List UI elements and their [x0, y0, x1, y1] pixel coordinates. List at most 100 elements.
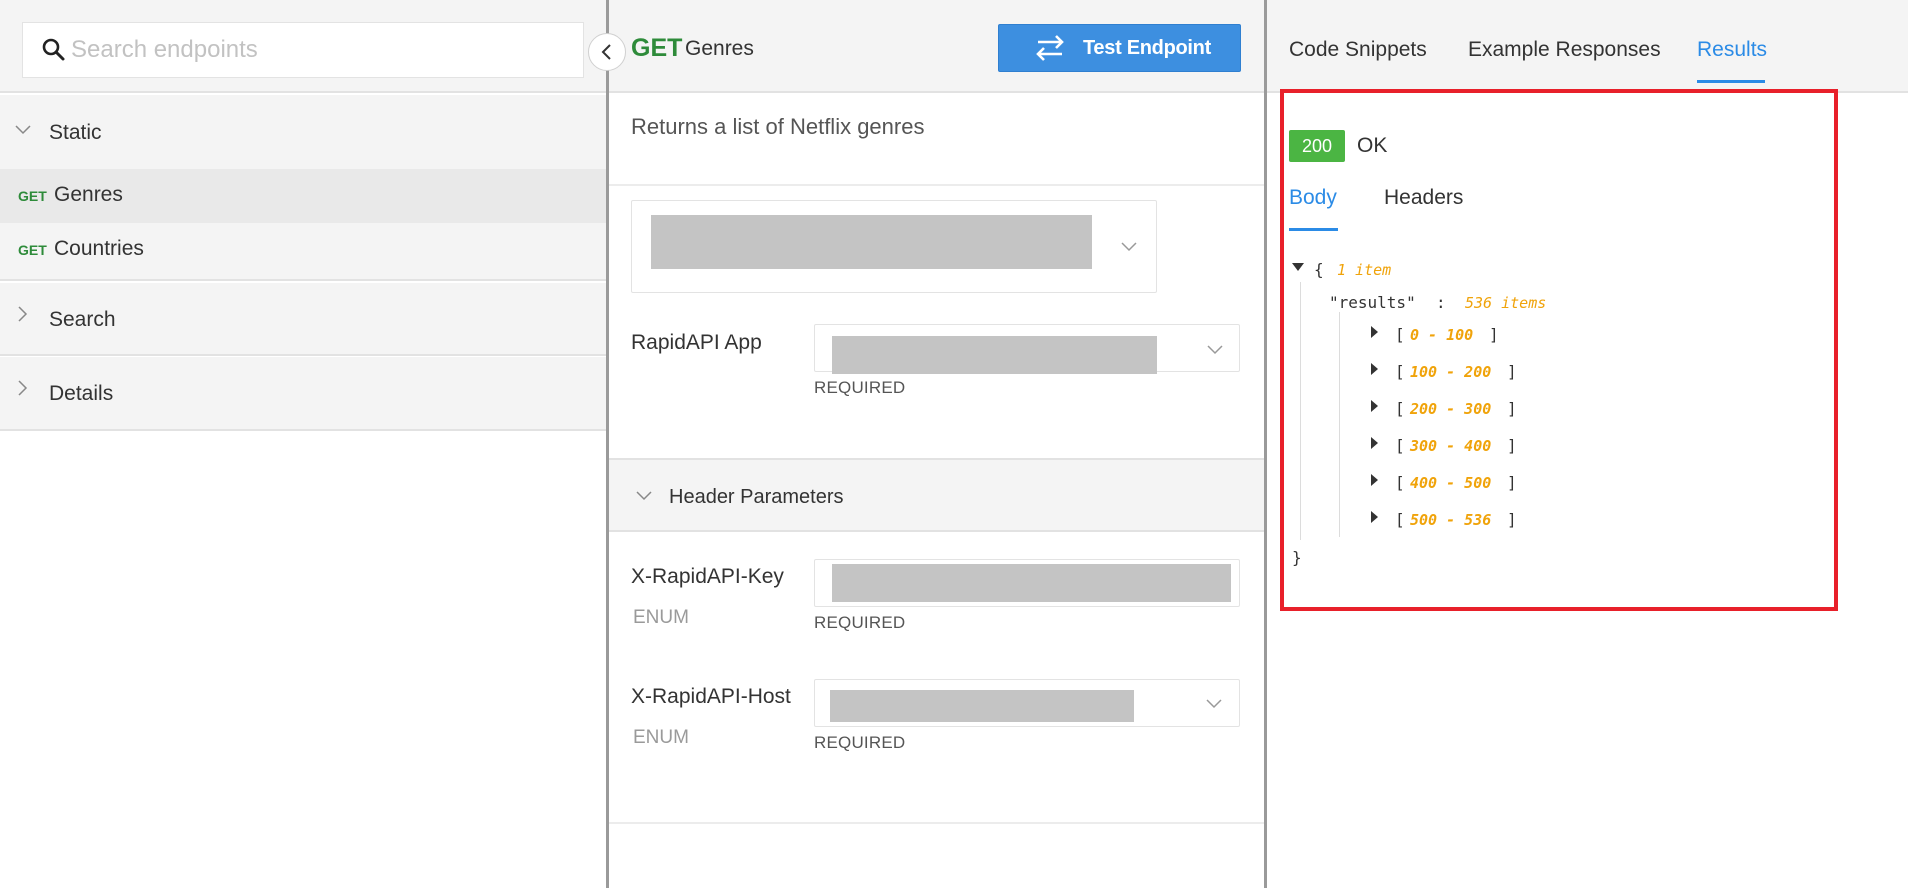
- group-details[interactable]: Details: [0, 357, 606, 431]
- chevron-down-icon: [1121, 242, 1137, 252]
- method-badge: GET: [18, 188, 47, 204]
- chevron-down-icon: [1206, 699, 1222, 709]
- expand-toggle-icon[interactable]: [1371, 400, 1378, 412]
- expand-toggle-icon[interactable]: [1371, 511, 1378, 523]
- required-label: REQUIRED: [814, 613, 906, 632]
- group-label: Static: [49, 121, 102, 144]
- app-select[interactable]: [631, 200, 1157, 293]
- group-header-static[interactable]: Static: [0, 95, 606, 167]
- expand-toggle-icon[interactable]: [1371, 363, 1378, 375]
- method-badge: GET: [18, 242, 47, 258]
- endpoint-sidebar: Static GET Genres GET Countries Search D…: [0, 0, 606, 888]
- collapse-toggle-icon[interactable]: [1292, 263, 1304, 271]
- json-item-count: 536 items: [1465, 294, 1547, 312]
- expand-toggle-icon[interactable]: [1371, 474, 1378, 486]
- redacted-value: [832, 336, 1157, 374]
- search-box[interactable]: [22, 22, 584, 78]
- tab-example-responses[interactable]: Example Responses: [1468, 38, 1661, 62]
- header-parameters-section[interactable]: Header Parameters: [609, 458, 1264, 532]
- subtab-headers[interactable]: Headers: [1384, 186, 1463, 210]
- chevron-right-icon: [18, 306, 28, 322]
- status-text: OK: [1357, 134, 1388, 157]
- json-bracket: ]: [1507, 362, 1517, 381]
- json-range[interactable]: 200 - 300: [1410, 400, 1491, 418]
- group-label: Details: [49, 382, 114, 405]
- json-range[interactable]: 100 - 200: [1410, 363, 1491, 381]
- active-tab-indicator: [1697, 80, 1765, 83]
- group-static: Static GET Genres GET Countries: [0, 95, 606, 281]
- json-bracket: ]: [1507, 399, 1517, 418]
- json-open-brace: {: [1314, 260, 1324, 279]
- json-range[interactable]: 500 - 536: [1410, 511, 1491, 529]
- chevron-down-icon: [636, 491, 652, 501]
- results-panel: Code Snippets Example Responses Results …: [1267, 0, 1908, 888]
- json-bracket: [: [1395, 436, 1405, 455]
- key-type: ENUM: [633, 607, 689, 628]
- divider: [609, 184, 1264, 186]
- tab-code-snippets[interactable]: Code Snippets: [1289, 38, 1427, 62]
- json-range[interactable]: 300 - 400: [1410, 437, 1491, 455]
- json-item-count: 1 item: [1337, 261, 1392, 279]
- api-host-dropdown[interactable]: [814, 679, 1240, 727]
- group-search[interactable]: Search: [0, 283, 606, 356]
- group-label: Search: [49, 308, 116, 331]
- header-parameters-label: Header Parameters: [669, 486, 844, 508]
- chevron-left-icon: [601, 44, 611, 60]
- highlight-box: [1280, 89, 1838, 611]
- divider: [609, 822, 1264, 824]
- redacted-value: [832, 564, 1231, 602]
- app-label: RapidAPI App: [631, 331, 762, 354]
- json-bracket: ]: [1507, 473, 1517, 492]
- sidebar-item-countries[interactable]: GET Countries: [0, 223, 606, 277]
- tab-results[interactable]: Results: [1697, 38, 1767, 62]
- tree-guide: [1339, 312, 1340, 537]
- search-input[interactable]: [71, 23, 571, 77]
- chevron-down-icon: [1207, 345, 1223, 355]
- active-subtab-indicator: [1289, 228, 1338, 231]
- json-bracket: ]: [1507, 510, 1517, 529]
- json-bracket: [: [1395, 325, 1405, 344]
- chevron-right-icon: [18, 380, 28, 396]
- required-label: REQUIRED: [814, 378, 906, 397]
- host-type: ENUM: [633, 727, 689, 748]
- search-icon: [42, 38, 65, 61]
- expand-toggle-icon[interactable]: [1371, 326, 1378, 338]
- json-bracket: ]: [1507, 436, 1517, 455]
- key-label: X-RapidAPI-Key: [631, 565, 784, 588]
- endpoint-header: GET Genres Test Endpoint: [609, 0, 1264, 93]
- search-bar: [0, 0, 606, 93]
- json-bracket: [: [1395, 510, 1405, 529]
- app-dropdown[interactable]: [814, 324, 1240, 374]
- endpoint-panel: GET Genres Test Endpoint Returns a list …: [609, 0, 1264, 888]
- api-key-input[interactable]: [814, 559, 1240, 607]
- json-range[interactable]: 400 - 500: [1410, 474, 1491, 492]
- subtab-body[interactable]: Body: [1289, 186, 1337, 210]
- json-bracket: [: [1395, 362, 1405, 381]
- redacted-value: [830, 690, 1134, 722]
- json-bracket: [: [1395, 399, 1405, 418]
- endpoint-name: Genres: [54, 183, 123, 206]
- collapse-sidebar-button[interactable]: [588, 33, 626, 71]
- json-close-brace: }: [1292, 548, 1302, 567]
- tree-guide: [1300, 282, 1301, 540]
- endpoint-title: Genres: [685, 37, 754, 60]
- results-tabs: Code Snippets Example Responses Results: [1267, 0, 1908, 93]
- status-badge: 200: [1289, 130, 1345, 162]
- test-endpoint-button[interactable]: Test Endpoint: [998, 24, 1241, 72]
- json-colon: :: [1436, 293, 1446, 312]
- json-bracket: [: [1395, 473, 1405, 492]
- endpoint-method: GET: [631, 34, 683, 62]
- endpoint-description: Returns a list of Netflix genres: [631, 114, 925, 139]
- swap-arrows-icon: [1036, 35, 1064, 61]
- json-key: "results": [1329, 293, 1416, 312]
- chevron-down-icon: [15, 125, 31, 135]
- expand-toggle-icon[interactable]: [1371, 437, 1378, 449]
- required-label: REQUIRED: [814, 733, 906, 752]
- endpoint-name: Countries: [54, 237, 144, 260]
- redacted-value: [651, 215, 1092, 269]
- sidebar-item-genres[interactable]: GET Genres: [0, 169, 606, 223]
- host-label: X-RapidAPI-Host: [631, 685, 791, 708]
- test-endpoint-label: Test Endpoint: [1083, 37, 1211, 59]
- json-bracket: ]: [1489, 325, 1499, 344]
- json-range[interactable]: 0 - 100: [1410, 326, 1473, 344]
